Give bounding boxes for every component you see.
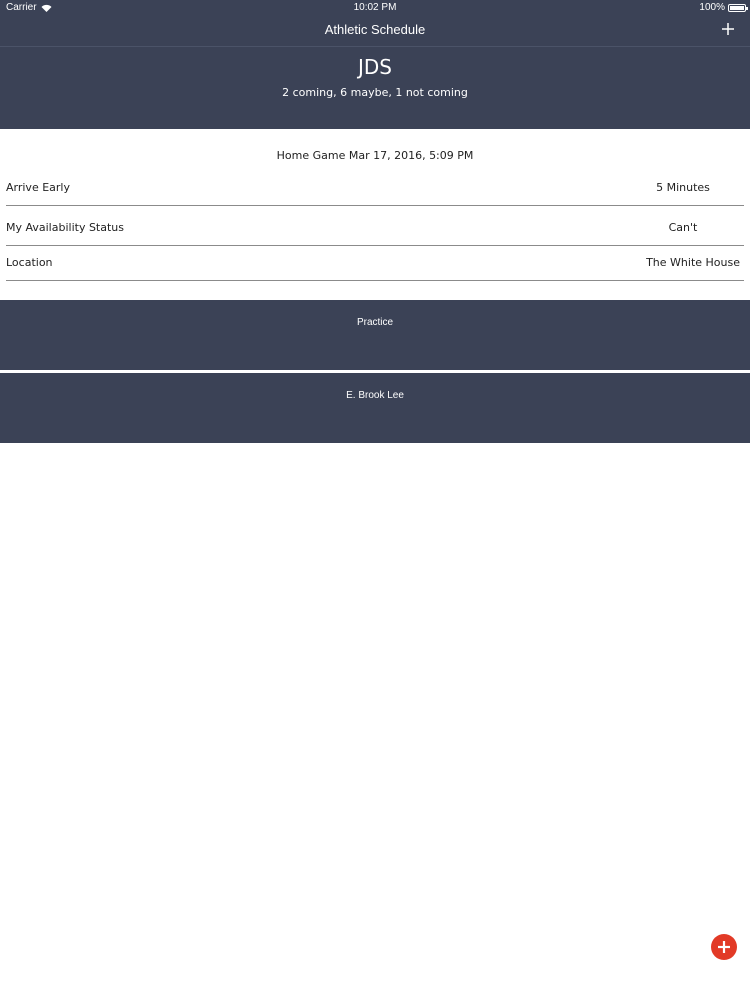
arrive-early-label: Arrive Early: [6, 181, 70, 194]
plus-icon: [718, 941, 730, 953]
location-label: Location: [6, 256, 53, 269]
status-bar: Carrier 10:02 PM 100%: [0, 0, 750, 15]
event-title: Home Game Mar 17, 2016, 5:09 PM: [276, 149, 474, 162]
team-name: JDS: [358, 55, 392, 79]
arrive-early-row[interactable]: Arrive Early 5 Minutes: [6, 181, 744, 206]
team-header: Athletic Schedule JDS 2 coming, 6 maybe,…: [0, 15, 750, 129]
battery-indicator: 100%: [699, 2, 748, 13]
location-card-label: E. Brook Lee: [346, 390, 404, 401]
location-row[interactable]: Location The White House: [6, 256, 744, 281]
plus-icon: [722, 23, 734, 35]
location-value: The White House: [646, 256, 740, 269]
battery-icon: [728, 3, 748, 12]
add-floating-button[interactable]: [711, 934, 737, 960]
rsvp-summary: 2 coming, 6 maybe, 1 not coming: [282, 86, 468, 99]
availability-status-value: Can't: [668, 221, 698, 234]
nav-title: Athletic Schedule: [324, 22, 426, 37]
availability-status-label: My Availability Status: [6, 221, 125, 234]
add-event-button[interactable]: [720, 21, 736, 37]
battery-fill: [730, 5, 744, 10]
availability-status-row[interactable]: My Availability Status Can't: [6, 221, 744, 246]
practice-card[interactable]: Practice: [0, 300, 750, 370]
nav-divider: [0, 46, 750, 47]
arrive-early-value: 5 Minutes: [656, 181, 710, 194]
status-time: 10:02 PM: [353, 2, 397, 13]
location-card[interactable]: E. Brook Lee: [0, 373, 750, 443]
battery-percent: 100%: [699, 2, 725, 13]
practice-card-label: Practice: [356, 317, 394, 328]
